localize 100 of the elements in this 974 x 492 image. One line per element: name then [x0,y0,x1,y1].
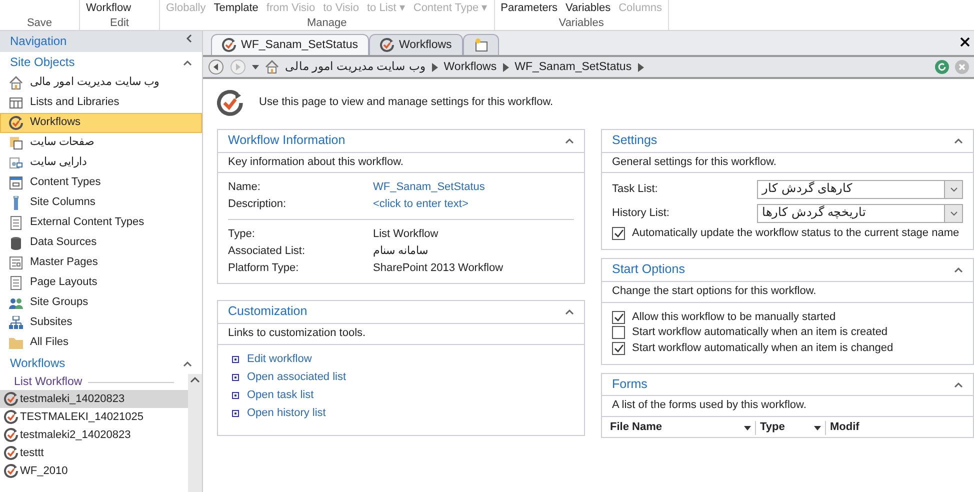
people-icon [9,296,23,310]
collapse-icon[interactable] [954,382,963,388]
field-label: Associated List: [228,245,306,259]
ribbon-group-label: Save [26,16,54,30]
panel-title[interactable]: Forms [612,376,648,392]
breadcrumb-link[interactable]: Workflows [444,60,497,74]
panel-title[interactable]: Start Options [612,262,685,278]
panel-title[interactable]: Workflow Information [228,133,346,149]
workflow-icon [4,464,18,478]
layout-icon [9,256,23,270]
panel-title[interactable]: Customization [228,304,308,320]
sort-caret-icon [814,426,821,430]
dropdown-icon[interactable] [252,64,259,70]
collapse-icon[interactable] [183,360,192,366]
scroll-up-icon[interactable] [188,375,202,386]
nav-item[interactable]: صفحات سایت [0,133,202,153]
collapse-icon[interactable] [954,138,963,144]
checkbox-label: Start workflow automatically when an item is created [632,326,888,340]
nav-item[interactable]: Master Pages [0,253,202,273]
nav-item[interactable]: All Files [0,333,202,353]
chevron-icon[interactable] [432,62,438,72]
nav-item[interactable]: Data Sources [0,233,202,253]
check-icon [614,312,624,322]
workflow-item[interactable]: testmaleki_14020823 [0,390,188,408]
house-icon [265,60,279,74]
intro-text: Use this page to view and manage settings for this workflow. [259,96,554,110]
new-tab-icon [474,38,488,52]
refresh-icon[interactable] [935,60,949,74]
collapse-icon[interactable] [565,309,574,316]
field-label: Task List: [612,182,659,196]
customization-link[interactable]: Open task list [247,388,314,403]
field-label: Description: [228,198,288,212]
field-link[interactable]: <click to enter text> [373,198,468,212]
nav-item[interactable]: Site Groups [0,293,202,313]
section-header[interactable]: Site Objects [10,55,75,70]
chevron-down-icon [950,186,958,192]
bullet-icon [232,410,239,418]
collapse-icon[interactable] [565,138,574,144]
workflow-icon [217,90,243,116]
chevron-icon[interactable] [502,62,509,72]
field-value: سامانه سنام [373,245,428,259]
checkbox[interactable] [612,310,625,324]
panel-title[interactable]: Settings [612,133,658,149]
workflow-icon [9,116,23,130]
tab[interactable]: Workflows [368,34,463,55]
column-header[interactable]: Type [756,421,826,435]
field-link[interactable]: WF_Sanam_SetStatus [373,181,485,195]
column-header[interactable]: File Name [606,421,756,435]
ribbon-button[interactable]: Template [214,2,258,14]
workflow-icon [4,392,18,406]
workflow-icon [4,410,18,424]
section-header[interactable]: Workflows [10,356,66,371]
workflow-item[interactable]: TESTMALEKI_14021025 [0,408,188,426]
chevron-icon[interactable] [638,62,644,72]
customization-link[interactable]: Open history list [247,406,326,421]
checkbox[interactable] [612,227,625,240]
ribbon-button[interactable]: Workflow [86,2,132,14]
nav-item[interactable]: وب سایت مدیریت امور مالی [0,73,202,93]
panel-description: A list of the forms used by this workflow. [612,399,806,412]
nav-item[interactable]: Page Layouts [0,273,202,293]
customization-link[interactable]: Open associated list [247,370,346,385]
field-value: SharePoint 2013 Workflow [373,262,504,276]
workflow-item[interactable]: testtt [0,444,188,462]
workflow-item[interactable]: WF_2010 [0,462,188,480]
collapse-icon[interactable] [954,266,963,273]
workflow-icon [4,428,18,442]
nav-item[interactable]: Subsites [0,313,202,333]
new-tab-button[interactable] [462,34,499,55]
collapse-pane-icon[interactable] [186,34,192,43]
checkbox[interactable] [612,326,625,340]
nav-item[interactable]: دارایی سایت [0,153,202,173]
bullet-icon [232,374,239,382]
column-header[interactable]: Modif [826,421,864,435]
ribbon-group-label: Edit [109,16,130,30]
field-label: Type: [228,228,256,242]
checkbox[interactable] [612,342,625,355]
nav-item[interactable]: Workflows [0,113,202,133]
bullet-icon [232,392,239,400]
breadcrumb-link[interactable]: WF_Sanam_SetStatus [514,60,632,74]
checkbox-label: Start workflow automatically when an item is changed [632,342,894,356]
pane-title: Navigation [10,34,67,49]
ribbon-group-label: Manage [306,16,348,30]
nav-item[interactable]: Content Types [0,173,202,193]
breadcrumb-link[interactable]: وب سایت مدیریت امور مالی [285,60,426,74]
nav-item[interactable]: External Content Types [0,213,202,233]
ribbon-button[interactable]: Variables [566,2,611,14]
close-icon[interactable] [960,37,970,47]
nav-item[interactable]: Lists and Libraries [0,93,202,113]
folder-icon [9,336,23,350]
hierarchy-icon [9,316,23,330]
customization-link[interactable]: Edit workflow [247,352,312,367]
back-icon[interactable] [208,59,224,75]
collapse-icon[interactable] [183,60,192,66]
tab[interactable]: WF_Sanam_SetStatus [211,34,369,55]
scrollbar[interactable] [188,374,202,492]
dropdown[interactable]: تاریخچه گردش کارها [757,204,963,223]
workflow-item[interactable]: testmaleki2_14020823 [0,426,188,444]
nav-item[interactable]: Site Columns [0,193,202,213]
ribbon-button[interactable]: Parameters [500,2,558,14]
dropdown[interactable]: کارهای گردش کار [757,180,963,199]
